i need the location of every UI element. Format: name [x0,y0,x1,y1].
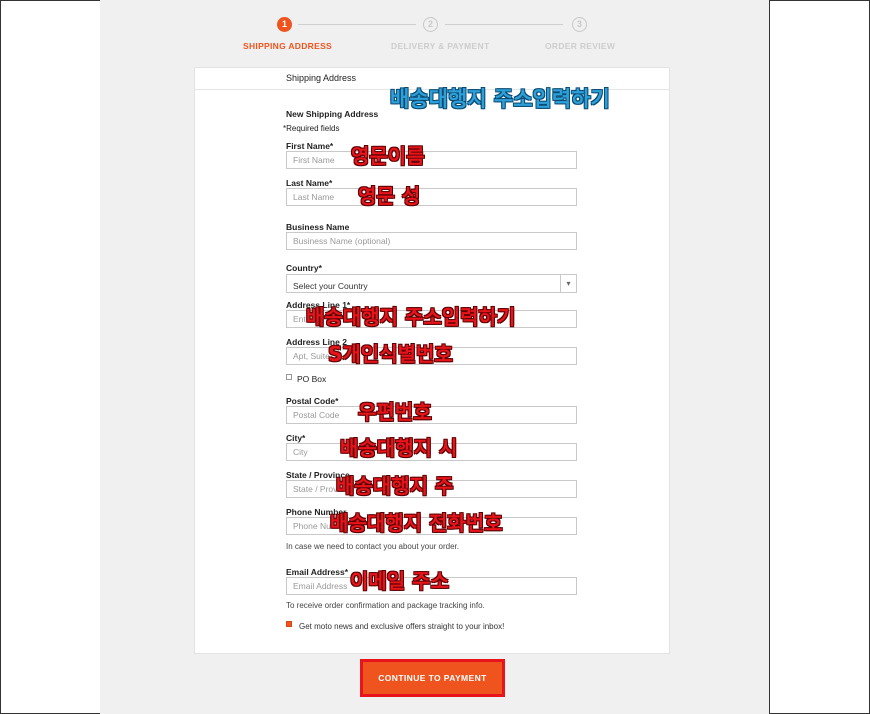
newsletter-label: Get moto news and exclusive offers strai… [299,622,505,631]
annotation-address-line-1: 배송대행지 주소입력하기 [306,305,516,329]
annotation-phone: 배송대행지 전화번호 [330,511,503,535]
section-title: New Shipping Address [286,109,379,119]
po-box-checkbox[interactable] [286,374,292,380]
annotation-city: 배송대행지 시 [340,436,458,460]
step-2-indicator: 2 [423,17,438,32]
first-name-label: First Name* [286,141,334,151]
progress-connector [445,24,563,25]
step-3-indicator: 3 [572,17,587,32]
annotation-postal-code: 우편번호 [358,400,432,424]
first-name-input[interactable]: First Name [286,151,577,169]
country-label: Country* [286,263,322,273]
phone-help-text: In case we need to contact you about you… [286,542,459,551]
required-note: *Required fields [283,124,340,133]
step-1-indicator: 1 [277,17,292,32]
newsletter-checkbox[interactable] [286,621,292,627]
chevron-down-icon: ▾ [560,275,576,292]
last-name-label: Last Name* [286,178,333,188]
business-name-input[interactable]: Business Name (optional) [286,232,577,250]
postal-code-label: Postal Code* [286,396,339,406]
country-select[interactable]: Select your Country ▾ [286,274,577,293]
annotation-address-line-2: S개인식별번호 [328,342,453,366]
email-help-text: To receive order confirmation and packag… [286,601,485,610]
step-2-label: DELIVERY & PAYMENT [391,41,490,51]
step-1-label: SHIPPING ADDRESS [243,41,333,51]
business-name-label: Business Name [286,222,350,232]
card-title: Shipping Address [286,73,357,83]
annotation-first-name: 영문이름 [351,144,425,168]
annotation-last-name: 영문 성 [358,184,421,208]
divider-line [769,0,770,714]
city-label: City* [286,433,306,443]
po-box-label: PO Box [297,374,327,384]
country-select-value: Select your Country [293,281,368,291]
annotation-shipping-address: 배송대행지 주소입력하기 [390,87,610,111]
last-name-input[interactable]: Last Name [286,188,577,206]
annotation-email: 이메일 주소 [350,569,449,593]
progress-connector [298,24,416,25]
step-3-label: ORDER REVIEW [545,41,616,51]
email-label: Email Address* [286,567,349,577]
annotation-state: 배송대행지 주 [336,474,454,498]
continue-to-payment-button[interactable]: CONTINUE TO PAYMENT [363,662,502,694]
